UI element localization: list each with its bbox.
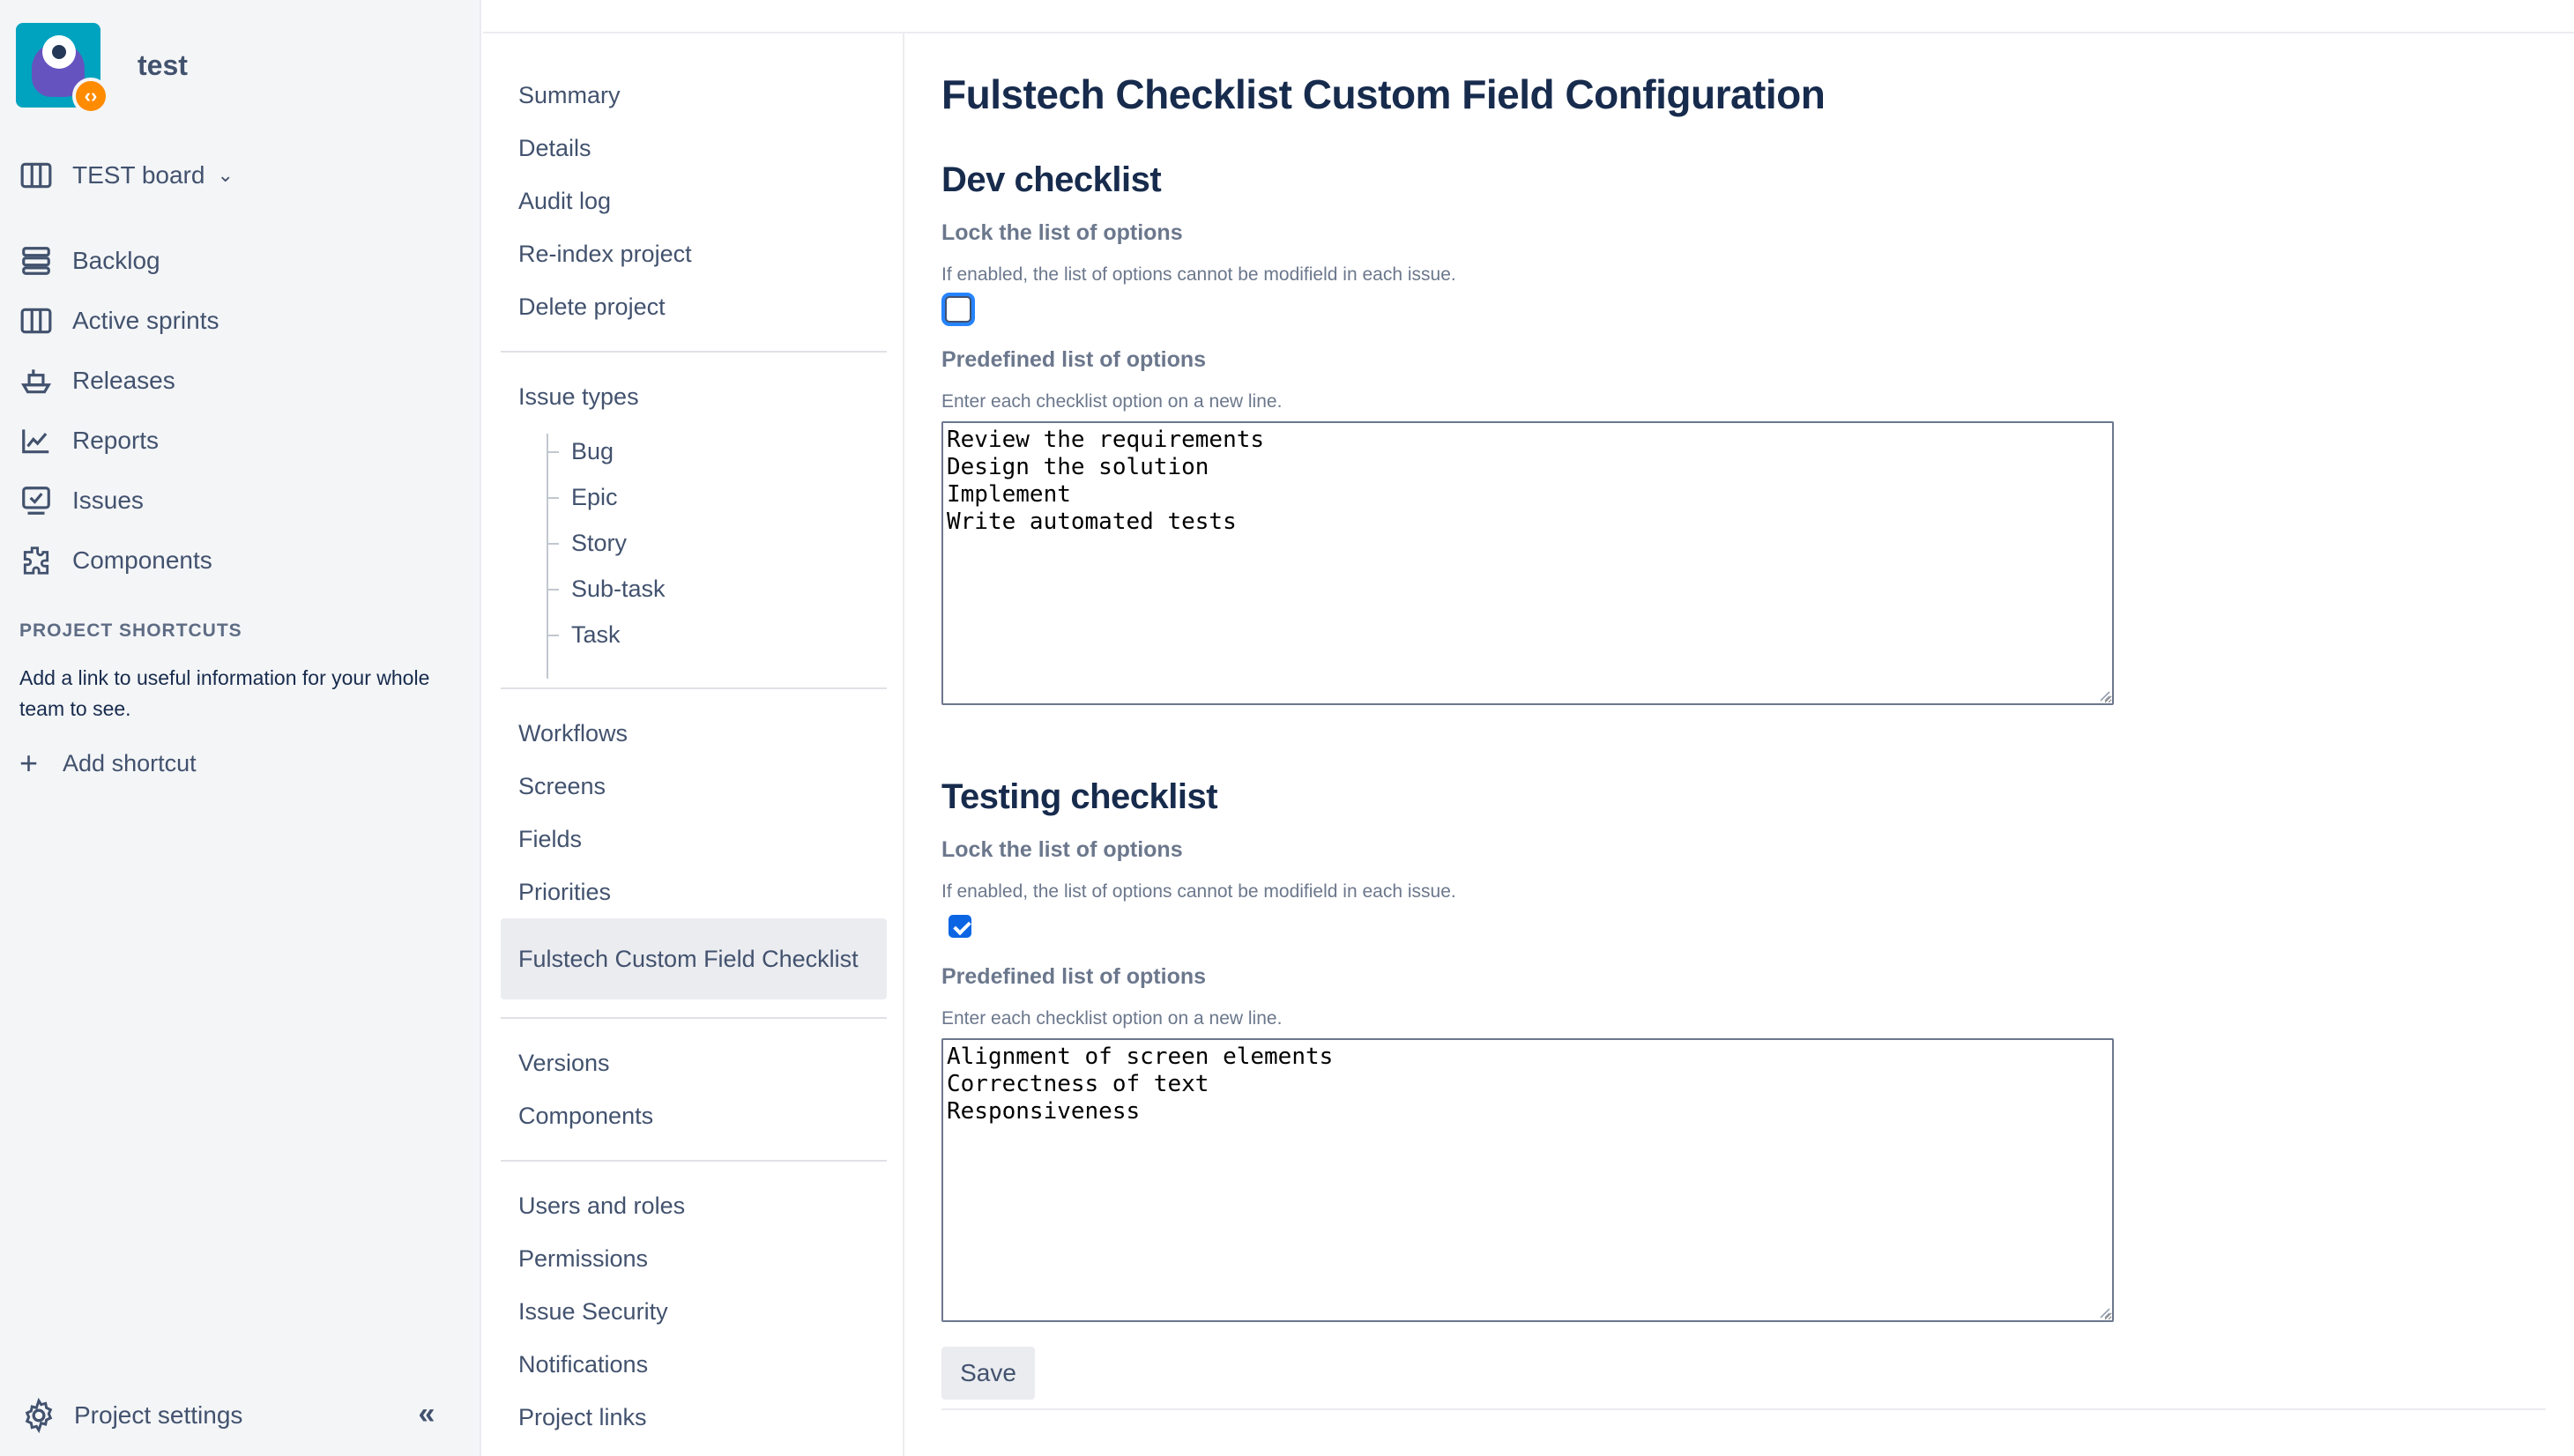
board-icon	[19, 159, 53, 192]
subnav-item-issue-types[interactable]: Issue types	[501, 370, 887, 423]
board-switcher[interactable]: TEST board ⌄	[19, 159, 234, 192]
add-shortcut-label: Add shortcut	[63, 749, 197, 776]
gear-icon	[21, 1397, 56, 1434]
options-label: Predefined list of options	[941, 347, 1207, 372]
nav-item-releases[interactable]: Releases	[19, 351, 219, 411]
nav-item-label: Components	[72, 546, 212, 574]
nav-item-active-sprints[interactable]: Active sprints	[19, 291, 219, 351]
subnav-group-releases: Versions Components	[501, 1036, 887, 1142]
nav-item-label: Backlog	[72, 247, 160, 274]
tree-branch	[547, 451, 559, 453]
project-sidebar: ‹› test TEST board ⌄ Backlog Active spri…	[0, 0, 481, 1456]
lock-options-help: If enabled, the list of options cannot b…	[941, 264, 1456, 285]
resize-handle-icon[interactable]	[2096, 1304, 2110, 1319]
puzzle-icon	[19, 544, 53, 577]
nav-item-reports[interactable]: Reports	[19, 411, 219, 471]
options-label: Predefined list of options	[941, 964, 1207, 989]
subnav-item-screens[interactable]: Screens	[501, 760, 887, 813]
subnav-item-delete-project[interactable]: Delete project	[501, 280, 887, 333]
nav-item-label: Releases	[72, 367, 175, 394]
nav-item-backlog[interactable]: Backlog	[19, 231, 219, 291]
subnav-item-details[interactable]: Details	[501, 122, 887, 175]
section-title: Testing checklist	[941, 777, 1218, 816]
subnav-item-fields[interactable]: Fields	[501, 813, 887, 865]
plus-icon: +	[19, 745, 39, 781]
collapse-sidebar-icon[interactable]: «	[407, 1398, 446, 1433]
project-nav: Backlog Active sprints Releases Reports …	[19, 231, 219, 591]
subnav-item-notifications[interactable]: Notifications	[501, 1338, 887, 1391]
project-header[interactable]: ‹› test	[16, 23, 188, 115]
save-button[interactable]: Save	[941, 1347, 1035, 1400]
options-help: Enter each checklist option on a new lin…	[941, 391, 1283, 412]
options-help: Enter each checklist option on a new lin…	[941, 1008, 1283, 1029]
section-title: Dev checklist	[941, 160, 1162, 199]
subnav-item-summary[interactable]: Summary	[501, 69, 887, 122]
add-shortcut-button[interactable]: + Add shortcut	[19, 747, 197, 779]
testing-checklist-section: Testing checklist Lock the list of optio…	[941, 777, 2123, 1322]
tree-branch	[547, 497, 559, 499]
subnav-item-bug[interactable]: Bug	[571, 428, 614, 474]
page-title: Fulstech Checklist Custom Field Configur…	[941, 71, 1826, 117]
resize-handle-icon[interactable]	[2096, 687, 2110, 702]
subnav-item-permissions[interactable]: Permissions	[501, 1232, 887, 1285]
subnav-divider	[501, 351, 887, 353]
lock-options-help: If enabled, the list of options cannot b…	[941, 881, 1456, 902]
shortcuts-heading: PROJECT SHORTCUTS	[19, 620, 242, 641]
subnav-item-priorities[interactable]: Priorities	[501, 865, 887, 918]
subnav-group-access: Users and roles Permissions Issue Securi…	[501, 1179, 887, 1444]
robot-eye	[52, 45, 66, 59]
project-settings-link[interactable]: Project settings	[21, 1397, 243, 1434]
subnav-item-reindex-project[interactable]: Re-index project	[501, 227, 887, 280]
subnav-item-components[interactable]: Components	[501, 1089, 887, 1142]
project-avatar: ‹›	[16, 23, 109, 115]
subnav-item-fulstech-checklist[interactable]: Fulstech Custom Field Checklist	[501, 918, 887, 999]
subnav-group-general: Summary Details Audit log Re-index proje…	[501, 69, 887, 333]
tree-branch	[547, 589, 559, 591]
settings-subnav: Summary Details Audit log Re-index proje…	[483, 33, 904, 1456]
subnav-item-users-and-roles[interactable]: Users and roles	[501, 1179, 887, 1232]
subnav-item-workflows[interactable]: Workflows	[501, 707, 887, 760]
subnav-group-config: Workflows Screens Fields Priorities Fuls…	[501, 707, 887, 999]
nav-item-components[interactable]: Components	[19, 531, 219, 591]
issues-icon	[19, 484, 53, 517]
content-bottom-divider	[941, 1408, 2546, 1410]
subnav-item-versions[interactable]: Versions	[501, 1036, 887, 1089]
chart-icon	[19, 424, 53, 457]
issue-types-tree-line	[547, 434, 548, 679]
dev-checklist-section: Dev checklist Lock the list of options I…	[941, 160, 2123, 705]
subnav-item-epic[interactable]: Epic	[571, 474, 618, 520]
options-textarea[interactable]: Alignment of screen elements Correctness…	[941, 1038, 2114, 1322]
subnav-divider	[501, 1017, 887, 1019]
nav-item-label: Issues	[72, 487, 144, 514]
subnav-group-issue-types: Issue types	[501, 370, 887, 423]
subnav-item-audit-log[interactable]: Audit log	[501, 175, 887, 227]
nav-item-label: Reports	[72, 427, 160, 454]
nav-item-label: Active sprints	[72, 307, 219, 334]
project-name: test	[138, 48, 188, 81]
subnav-divider	[501, 687, 887, 689]
lock-options-checkbox[interactable]	[949, 915, 971, 938]
tree-branch	[547, 635, 559, 636]
ship-icon	[19, 364, 53, 397]
subnav-item-project-links[interactable]: Project links	[501, 1391, 887, 1444]
shortcuts-description: Add a link to useful information for you…	[19, 666, 430, 720]
options-textarea[interactable]: Review the requirements Design the solut…	[941, 421, 2114, 705]
tree-branch	[547, 543, 559, 545]
subnav-divider	[501, 1160, 887, 1162]
nav-item-issues[interactable]: Issues	[19, 471, 219, 531]
board-label: TEST board	[72, 161, 205, 189]
board-icon	[19, 304, 53, 338]
lock-options-label: Lock the list of options	[941, 837, 1183, 862]
subnav-item-sub-task[interactable]: Sub-task	[571, 566, 666, 612]
software-project-badge-icon: ‹›	[72, 78, 109, 115]
lock-options-checkbox[interactable]	[945, 296, 971, 323]
subnav-item-issue-security[interactable]: Issue Security	[501, 1285, 887, 1338]
project-settings-label: Project settings	[74, 1401, 243, 1429]
chevron-down-icon: ⌄	[217, 164, 234, 186]
lock-options-label: Lock the list of options	[941, 220, 1183, 245]
backlog-icon	[19, 244, 53, 278]
subnav-item-task[interactable]: Task	[571, 612, 621, 657]
subnav-item-story[interactable]: Story	[571, 520, 627, 566]
